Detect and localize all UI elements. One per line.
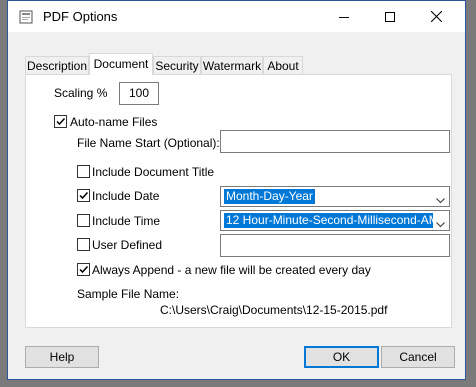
auto-name-checkbox[interactable] [54,115,67,128]
file-name-start-input[interactable] [220,130,450,153]
title-bar[interactable]: PDF Options [8,1,465,32]
pdf-options-window: PDF Options Description Document Securit… [7,0,466,380]
document-panel: Scaling % 100 Auto-name Files File Name … [25,74,452,328]
include-date-label: Include Date [92,189,160,203]
scaling-label: Scaling % [54,86,108,100]
sample-file-name-label: Sample File Name: [77,287,180,301]
pdf-app-icon [19,10,33,24]
checkmark-icon [79,191,89,200]
tab-document[interactable]: Document [89,53,153,75]
tab-watermark[interactable]: Watermark [201,56,263,74]
user-defined-label: User Defined [92,238,163,252]
always-append-label: Always Append - a new file will be creat… [92,263,371,277]
ok-button[interactable]: OK [304,346,379,368]
always-append-checkbox[interactable] [77,263,90,276]
window-title: PDF Options [43,9,118,24]
chevron-down-icon [436,193,445,207]
include-title-checkbox[interactable] [77,165,90,178]
tab-about[interactable]: About [263,56,303,74]
include-time-checkbox[interactable] [77,214,90,227]
cancel-button[interactable]: Cancel [381,346,455,368]
include-time-label: Include Time [92,214,161,228]
checkmark-icon [56,117,66,126]
maximize-icon [385,11,395,22]
user-defined-checkbox[interactable] [77,238,90,251]
help-button[interactable]: Help [25,346,99,368]
sample-file-name-value: C:\Users\Craig\Documents\12-15-2015.pdf [160,303,388,317]
checkmark-icon [79,265,89,274]
date-format-value: Month-Day-Year [224,189,315,204]
tab-security[interactable]: Security [153,56,201,74]
time-format-value: 12 Hour-Minute-Second-Millisecond-AM/PM [224,213,433,228]
close-icon [430,11,442,22]
close-button[interactable] [413,1,459,32]
user-defined-input[interactable] [220,234,450,257]
date-format-select[interactable]: Month-Day-Year [220,186,450,207]
minimize-icon [339,16,349,18]
tab-description[interactable]: Description [25,56,89,74]
file-name-start-label: File Name Start (Optional): [77,136,220,150]
include-title-label: Include Document Title [92,165,215,179]
maximize-button[interactable] [367,1,413,32]
minimize-button[interactable] [321,1,367,32]
include-date-checkbox[interactable] [77,189,90,202]
scaling-input[interactable]: 100 [119,82,159,105]
auto-name-label: Auto-name Files [70,115,158,129]
chevron-down-icon [436,217,445,231]
time-format-select[interactable]: 12 Hour-Minute-Second-Millisecond-AM/PM [220,210,450,231]
